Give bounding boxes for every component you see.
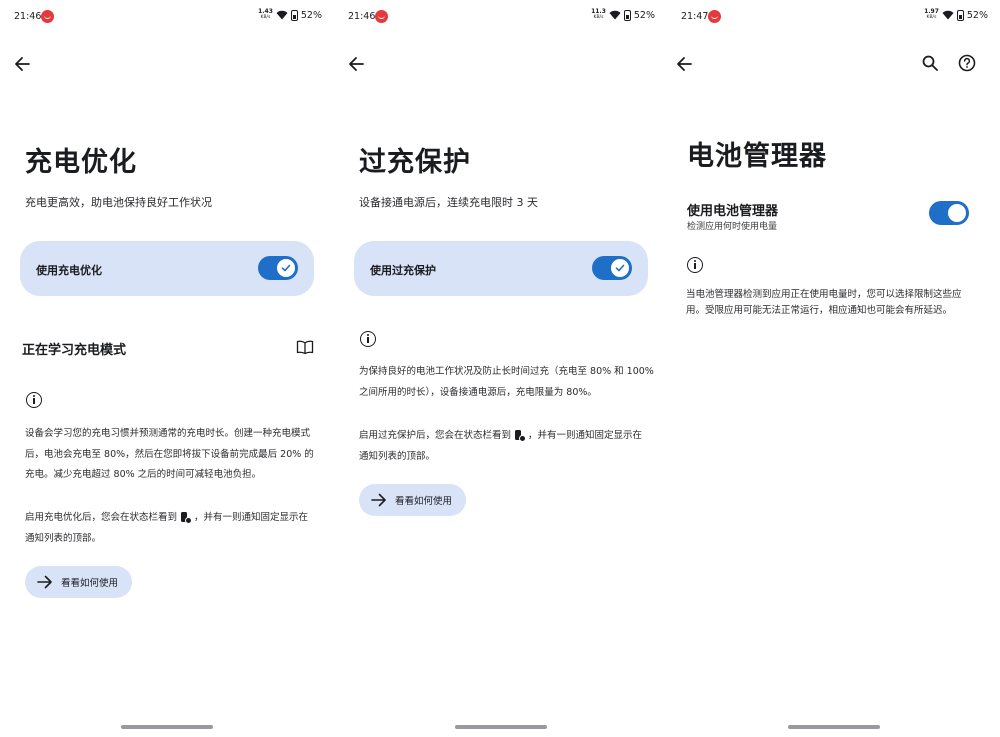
book-icon[interactable]	[296, 340, 314, 354]
arrow-right-icon	[371, 493, 386, 507]
check-icon	[281, 264, 291, 272]
button-label: 看看如何使用	[61, 578, 119, 589]
setting-label: 使用电池管理器	[687, 204, 779, 219]
info-icon	[687, 257, 703, 273]
hint-text: 通知列表的顶部。	[359, 450, 436, 462]
hint-text: 通知列表的顶部。	[25, 532, 102, 544]
hint-text: 启用过充保护后，您会在状态栏看到	[359, 430, 512, 441]
page-title: 充电优化	[25, 147, 137, 178]
back-button[interactable]	[674, 54, 694, 74]
notification-icon	[375, 10, 388, 23]
section-heading: 正在学习充电模式	[22, 343, 127, 358]
notification-icon	[41, 10, 54, 23]
charging-info-text: 设备会学习您的充电习惯并预测通常的充电时长。创建一种充电模式 后，电池会充电至 …	[25, 424, 325, 486]
page-subtitle: 充电更高效，助电池保持良好工作状况	[25, 196, 212, 209]
status-bar: 21:46 1.43 KB/s 52%	[0, 9, 334, 25]
battery-charging-icon	[181, 511, 193, 524]
search-icon	[922, 55, 938, 71]
info-line: 充电。减少充电超过 80% 之后的时间可减轻电池负担。	[25, 469, 262, 480]
gesture-nav-bar[interactable]	[454, 725, 547, 729]
back-button[interactable]	[12, 54, 32, 74]
status-time: 21:47	[681, 11, 709, 22]
gesture-nav-bar[interactable]	[787, 725, 880, 729]
screen-overcharge-protection: 21:46 11.3 KB/s 52% 过充保护 设备接通电源后，连续充电限时 3…	[334, 0, 667, 737]
battery-charging-icon	[515, 429, 527, 442]
toggle-label: 使用过充保护	[370, 264, 436, 277]
arrow-left-icon	[349, 57, 364, 71]
charging-optimization-switch[interactable]	[258, 256, 298, 280]
hint-text: ，并有一则通知固定显示在	[194, 512, 309, 523]
status-time: 21:46	[14, 11, 42, 22]
setting-description: 检测应用何时使用电量	[687, 222, 778, 232]
toggle-label: 使用充电优化	[36, 264, 102, 277]
arrow-left-icon	[15, 57, 30, 71]
battery-manager-switch[interactable]	[929, 201, 969, 225]
status-bar-hint-text: 启用过充保护后，您会在状态栏看到 ，并有一则通知固定显示在 通知列表的顶部。	[359, 426, 659, 467]
hint-text: 启用充电优化后，您会在状态栏看到	[25, 512, 178, 523]
info-icon	[360, 331, 376, 347]
wifi-icon	[609, 10, 621, 20]
overcharge-info-text: 为保持良好的电池工作状况及防止长时间过充（充电至 80% 和 100% 之间所用…	[359, 362, 659, 403]
status-time: 21:46	[348, 11, 376, 22]
battery-percent: 52%	[300, 9, 322, 21]
switch-knob	[277, 259, 295, 277]
network-speed: 11.3 KB/s	[591, 8, 606, 21]
info-line: 之间所用的时长），设备接通电源后，充电限量为 80%。	[359, 386, 597, 398]
info-icon	[26, 392, 42, 408]
see-how-to-use-button[interactable]: 看看如何使用	[359, 484, 467, 516]
back-button[interactable]	[346, 54, 366, 74]
button-label: 看看如何使用	[395, 496, 453, 507]
info-line: 后，电池会充电至 80%，然后在您即将拔下设备前完成最后 20% 的	[25, 448, 314, 460]
switch-knob	[948, 204, 966, 222]
battery-icon	[623, 9, 631, 21]
help-icon	[958, 54, 976, 72]
page-title: 过充保护	[359, 147, 471, 178]
help-button[interactable]	[958, 54, 976, 72]
battery-icon	[956, 9, 964, 21]
battery-manager-info-text: 当电池管理器检测到应用正在使用电量时，您可以选择限制这些应 用。受限应用可能无法…	[686, 287, 986, 319]
hint-text: ，并有一则通知固定显示在	[528, 430, 643, 441]
overcharge-protection-switch[interactable]	[592, 256, 632, 280]
status-bar: 21:46 11.3 KB/s 52%	[334, 9, 667, 25]
check-icon	[615, 264, 625, 272]
info-line: 为保持良好的电池工作状况及防止长时间过充（充电至 80% 和 100%	[359, 366, 654, 377]
network-speed: 1.97 KB/s	[924, 8, 939, 21]
info-line: 当电池管理器检测到应用正在使用电量时，您可以选择限制这些应	[686, 289, 962, 300]
status-bar-hint-text: 启用充电优化后，您会在状态栏看到 ，并有一则通知固定显示在 通知列表的顶部。	[25, 508, 325, 549]
info-line: 用。受限应用可能无法正常运行，相应通知也可能会有所延迟。	[686, 305, 953, 316]
battery-icon	[290, 9, 298, 21]
status-bar: 21:47 1.97 KB/s 52%	[667, 9, 1000, 25]
battery-percent: 52%	[966, 9, 988, 21]
battery-percent: 52%	[633, 9, 655, 21]
see-how-to-use-button[interactable]: 看看如何使用	[25, 566, 133, 598]
page-title: 电池管理器	[687, 141, 827, 172]
info-line: 设备会学习您的充电习惯并预测通常的充电时长。创建一种充电模式	[25, 428, 311, 439]
search-button[interactable]	[921, 54, 939, 72]
wifi-icon	[276, 10, 288, 20]
screen-charging-optimization: 21:46 1.43 KB/s 52% 充电优化 充电更高效，助电池保持良好工作状…	[0, 0, 334, 737]
network-speed: 1.43 KB/s	[258, 8, 273, 21]
page-subtitle: 设备接通电源后，连续充电限时 3 天	[359, 196, 538, 209]
notification-icon	[708, 10, 721, 23]
use-charging-optimization-card[interactable]: 使用充电优化	[20, 241, 314, 296]
wifi-icon	[942, 10, 954, 20]
use-overcharge-protection-card[interactable]: 使用过充保护	[354, 241, 648, 296]
gesture-nav-bar[interactable]	[121, 725, 213, 729]
screen-battery-manager: 21:47 1.97 KB/s 52% 电池管理器 使用电池管理器 检测应用何时使…	[667, 0, 1000, 737]
arrow-left-icon	[677, 57, 692, 71]
switch-knob	[611, 259, 629, 277]
arrow-right-icon	[37, 575, 52, 589]
